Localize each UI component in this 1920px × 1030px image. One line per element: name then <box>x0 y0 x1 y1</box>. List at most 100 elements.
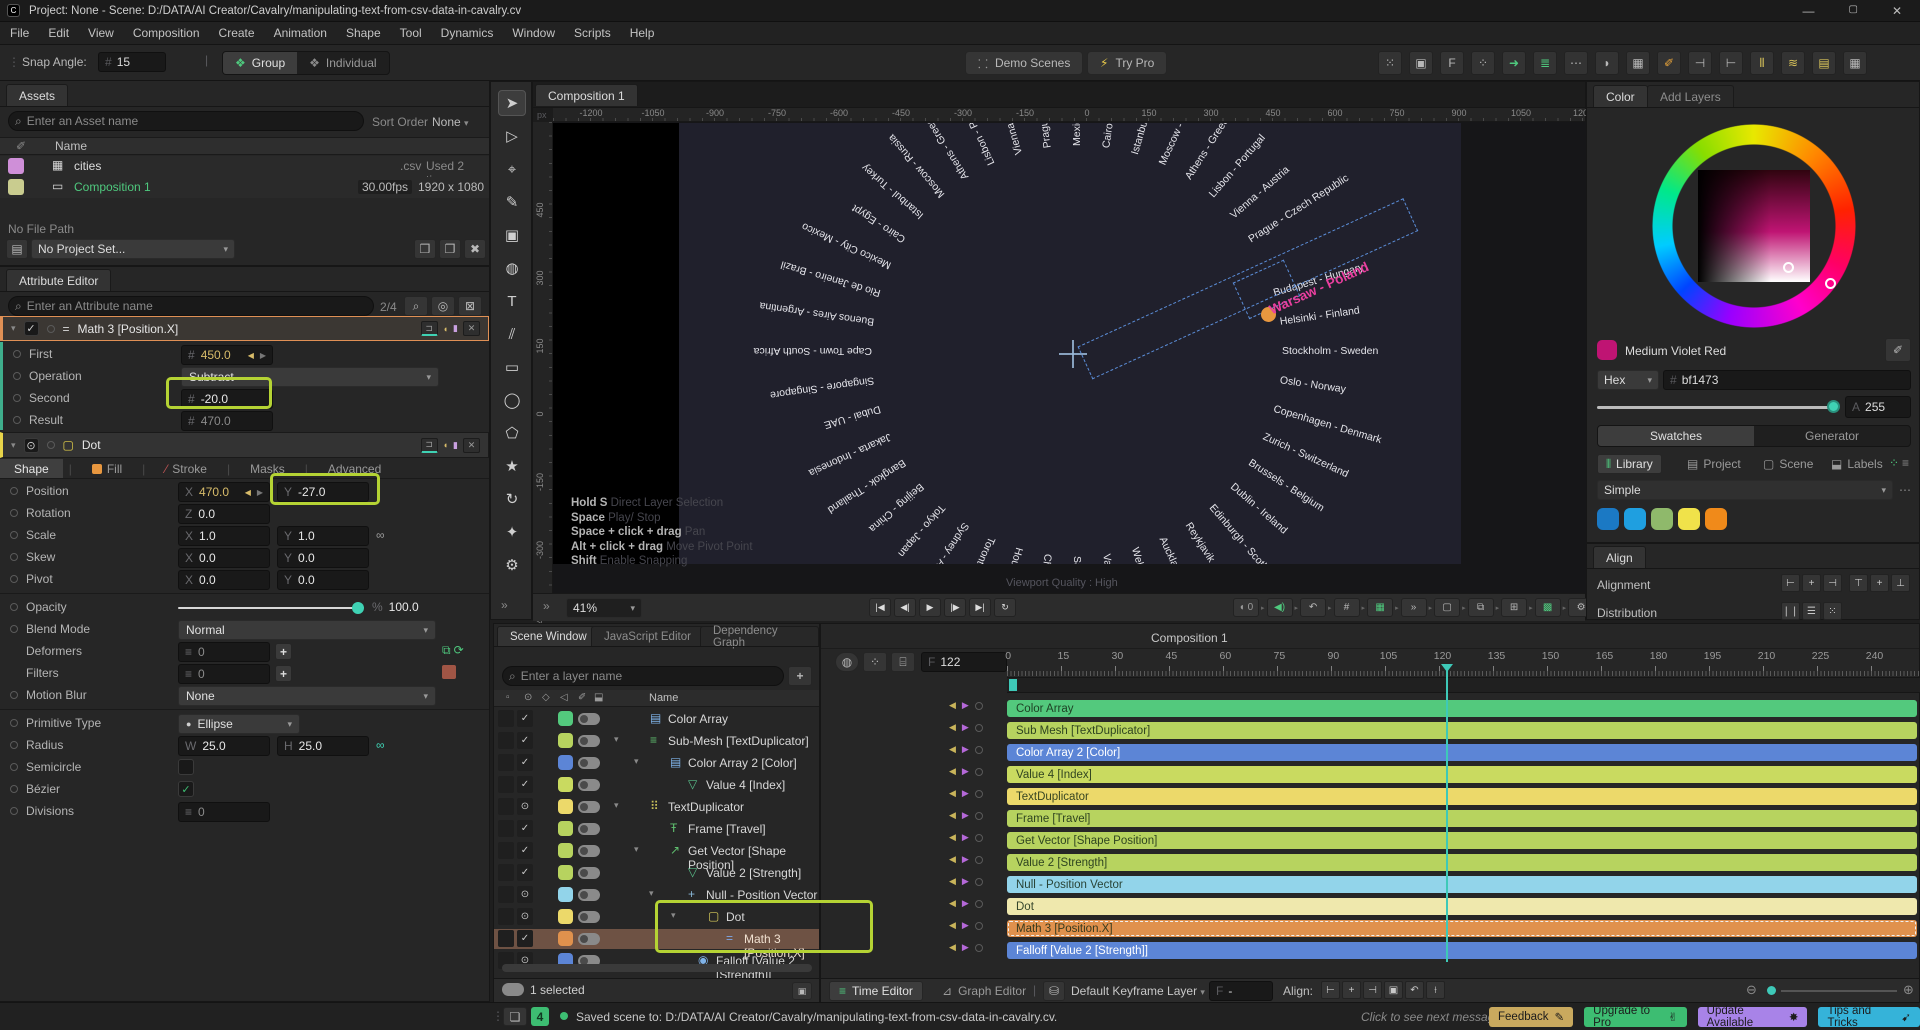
tag-counter[interactable]: ◖ 0 <box>1233 598 1259 617</box>
swatch-1b79c4[interactable] <box>1597 508 1619 530</box>
keyframe-nav-6[interactable]: ◀ ▶ <box>949 832 983 843</box>
more-options-icon[interactable]: ⋯ <box>1899 483 1911 497</box>
keyframe-frame-input[interactable]: F- <box>1209 981 1273 1001</box>
graph-editor-button[interactable]: ⊿ Graph Editor <box>933 981 1035 1001</box>
select-tool-icon[interactable]: ➤ <box>498 90 526 116</box>
cells-icon[interactable]: ▤ <box>1812 51 1836 75</box>
dot-tab-advanced[interactable]: Advanced <box>314 459 395 478</box>
project-set-icon-button[interactable]: ▤ <box>6 239 28 259</box>
skip-start-button[interactable]: |◀ <box>869 598 891 617</box>
hex-value-input[interactable]: # bf1473 <box>1663 370 1911 390</box>
project-set-select[interactable]: No Project Set... ▾ <box>31 239 235 259</box>
expand-chevron[interactable]: ▾ <box>649 888 654 899</box>
menu-item-view[interactable]: View <box>88 26 114 40</box>
align-center-h-icon[interactable]: + <box>1802 574 1821 592</box>
menu-item-create[interactable]: Create <box>219 26 255 40</box>
snap-angle-input[interactable]: #15 <box>98 52 166 72</box>
attribute-editor-tab[interactable]: Attribute Editor <box>6 269 112 291</box>
city-label[interactable]: Cape Town - South Africa <box>754 345 872 357</box>
checkbox[interactable]: ✓ <box>178 781 194 797</box>
loop-button[interactable]: ↻ <box>994 598 1016 617</box>
layer-row-color-array-2-color-[interactable]: ✓ ▾ ▤ Color Array 2 [Color] <box>494 753 819 773</box>
close-button[interactable]: ✕ <box>1892 4 1902 18</box>
menu-item-dynamics[interactable]: Dynamics <box>441 26 494 40</box>
track-get-vector-shape-position-[interactable]: Get Vector [Shape Position] <box>1007 832 1917 849</box>
city-label[interactable]: Dubai - UAE <box>823 403 882 431</box>
tag-toggle[interactable] <box>578 933 600 945</box>
keyframe-layer-select[interactable]: Default Keyframe Layer ▾ <box>1071 984 1205 998</box>
message-count-badge[interactable]: 4 <box>531 1007 549 1026</box>
assets-tab[interactable]: Assets <box>6 84 69 106</box>
layer-color-swatch[interactable] <box>558 843 573 858</box>
scene-tab[interactable]: ▢ Scene <box>1755 454 1821 474</box>
menu-item-composition[interactable]: Composition <box>133 26 200 40</box>
keyframe-nav-3[interactable]: ◀ ▶ <box>949 766 983 777</box>
layer-row-value-2-strength-[interactable]: ✓ ▽ Value 2 [Strength] <box>494 863 819 883</box>
value-field[interactable]: W 25.0 <box>178 736 270 756</box>
enabled-checkbox[interactable]: ✓ <box>517 754 533 771</box>
distribute-h-icon[interactable]: ❘❘ <box>1781 602 1800 620</box>
keyframe-nav-11[interactable]: ◀ ▶ <box>949 942 983 953</box>
table-icon[interactable]: ▦ <box>1626 51 1650 75</box>
asset-row-cities[interactable]: ▦ cities .csv Used 2 times <box>0 156 489 187</box>
feedback-button[interactable]: Feedback ✎ <box>1489 1007 1574 1027</box>
layer-color-swatch[interactable] <box>558 799 573 814</box>
null-crosshair[interactable] <box>1072 340 1074 368</box>
tag-toggle[interactable] <box>578 823 600 835</box>
asset-row-composition[interactable]: ▭ Composition 1 30.00fps 1920 x 1080 <box>0 177 489 198</box>
next-message-hint[interactable]: Click to see next message <box>1361 1010 1501 1024</box>
align-tab[interactable]: Align <box>1593 546 1646 568</box>
dropdown[interactable]: ● Ellipse ▾ <box>178 714 300 734</box>
tips-and-tricks-button[interactable]: Tips and Tricks ➹ <box>1818 1005 1920 1029</box>
skew-tool-icon[interactable]: ⫽ <box>498 321 526 347</box>
city-label[interactable]: Chicago - USA <box>1032 553 1054 564</box>
current-frame-input[interactable]: F 122 <box>921 652 1007 672</box>
connections-icon[interactable]: ⊐ <box>420 437 438 453</box>
kf-align-left-icon[interactable]: ⊢ <box>1321 981 1340 999</box>
city-label[interactable]: Mexico City - Mexico <box>1071 123 1083 146</box>
layer-color-swatch[interactable] <box>558 755 573 770</box>
layer-row-color-array[interactable]: ✓ ▤ Color Array <box>494 709 819 729</box>
distribute-v-icon[interactable]: ☰ <box>1802 602 1821 620</box>
connections-icon[interactable]: ⊐ <box>420 321 438 336</box>
sv-marker[interactable] <box>1783 262 1794 273</box>
dependency-graph-tab[interactable]: Dependency Graph <box>700 625 819 649</box>
kf-align-right-icon[interactable]: ⊣ <box>1363 981 1382 999</box>
timeline-zoom-track[interactable] <box>1781 990 1897 992</box>
city-label[interactable]: Cairo - Egypt <box>1100 123 1121 149</box>
asset-color-swatch[interactable] <box>8 158 24 174</box>
expand-chevron[interactable]: ▾ <box>671 910 676 921</box>
add-button[interactable]: + <box>275 665 292 682</box>
add-layers-tab[interactable]: Add Layers <box>1647 85 1734 107</box>
align-center-v-icon[interactable]: + <box>1870 574 1889 592</box>
work-area-start-handle[interactable] <box>1009 679 1017 691</box>
value-field[interactable]: X 0.0 <box>178 570 270 590</box>
track-value-2-strength-[interactable]: Value 2 [Strength] <box>1007 854 1917 871</box>
guides-icon[interactable]: ▦ <box>1367 598 1394 617</box>
project-tab[interactable]: ▤ Project <box>1679 454 1749 474</box>
text-tool-icon[interactable]: T <box>498 288 526 314</box>
dropdown[interactable]: Subtract ▾ <box>181 367 439 387</box>
collapse-icon[interactable]: ▾ <box>11 440 16 451</box>
rectangle-tool-icon[interactable]: ▭ <box>498 354 526 380</box>
upgrade-to-pro-button[interactable]: Upgrade to Pro ✌ <box>1584 1005 1687 1029</box>
track-math-3-position-x-[interactable]: Math 3 [Position.X] <box>1007 920 1917 937</box>
window-icon[interactable]: ❐ <box>439 239 461 259</box>
expand-chevron[interactable]: ▾ <box>614 734 619 745</box>
value-field[interactable]: ≡ 0 <box>178 642 270 662</box>
zoom-out-icon[interactable]: ⊖ <box>1746 982 1757 998</box>
dot-tab-masks[interactable]: Masks <box>236 459 299 478</box>
next-key-icon[interactable]: ▮ <box>453 323 458 334</box>
expand-icon[interactable]: » <box>543 599 550 613</box>
lasso-text-icon[interactable]: ✐ <box>1657 51 1681 75</box>
maximize-button[interactable]: ▢ <box>1848 4 1857 18</box>
keyframe-nav-10[interactable]: ◀ ▶ <box>949 920 983 931</box>
city-label[interactable]: Singapore - Singapore <box>769 374 875 401</box>
update-available-button[interactable]: Update Available ✸ <box>1697 1005 1808 1029</box>
track-falloff-value-2-strength-[interactable]: Falloff [Value 2 [Strength]] <box>1007 942 1917 959</box>
link-xy-icon[interactable]: ∞ <box>376 738 385 752</box>
link-xy-icon[interactable]: ∞ <box>376 528 385 542</box>
expand-chevron[interactable]: ▾ <box>634 844 639 855</box>
menu-item-help[interactable]: Help <box>630 26 655 40</box>
layer-row-get-vector-shape-position-[interactable]: ✓ ▾ ↗ Get Vector [Shape Position] <box>494 841 819 872</box>
